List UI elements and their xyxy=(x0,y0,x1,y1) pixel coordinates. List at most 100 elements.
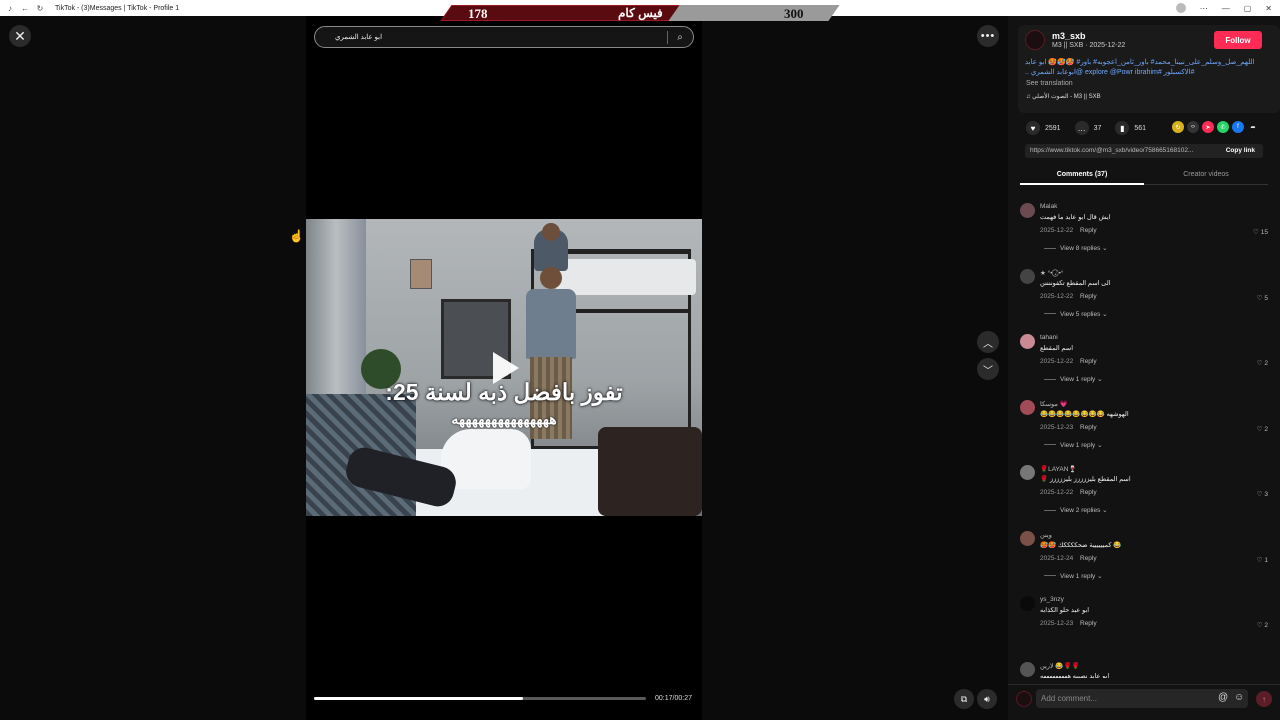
score-name: فيس كام xyxy=(618,6,663,20)
emoji-icon[interactable]: ☺ xyxy=(1234,692,1244,703)
mention-icon[interactable]: @ xyxy=(1218,692,1228,703)
whatsapp-icon[interactable]: ✆ xyxy=(1217,121,1229,133)
miniplayer-button[interactable]: ⧉ xyxy=(954,689,974,709)
previous-video-button[interactable]: ︿ xyxy=(977,331,999,353)
send-to-friends-icon[interactable]: ➤ xyxy=(1202,121,1214,133)
see-translation-link[interactable]: See translation xyxy=(1026,80,1073,87)
comment-icon[interactable]: … xyxy=(1074,121,1089,135)
comment-reply-button[interactable]: Reply xyxy=(1080,620,1097,627)
comment-reply-button[interactable]: Reply xyxy=(1080,227,1097,234)
volume-button[interactable]: 🔊︎ xyxy=(977,689,997,709)
refresh-icon[interactable]: ↻ xyxy=(35,3,45,13)
tab-comments[interactable]: Comments (37) xyxy=(1020,171,1144,178)
comment-text: ايش قال ابو عابد ما فهمت xyxy=(1040,214,1111,221)
video-progress-fill xyxy=(314,697,524,700)
video-scene-suitcase xyxy=(598,427,702,516)
comment-avatar[interactable] xyxy=(1020,203,1035,218)
video-caption-main: تفوز بافضل ذبه لسنة 25: xyxy=(385,379,623,405)
search-input[interactable]: ابو عابد الشمري xyxy=(335,33,382,41)
comment-reply-button[interactable]: Reply xyxy=(1080,424,1097,431)
mouse-cursor-icon: ☝ xyxy=(289,229,304,243)
search-icon[interactable]: ⌕ xyxy=(673,30,687,44)
video-frame[interactable]: تفوز بافضل ذبه لسنة 25: هههههههههههههههه xyxy=(306,219,702,516)
comment-avatar[interactable] xyxy=(1020,661,1035,677)
view-replies-button[interactable]: View 1 reply ⌄ xyxy=(1044,572,1103,580)
browser-title: TikTok - (3)Messages | TikTok - Profile … xyxy=(55,4,180,12)
more-menu-icon[interactable]: ⋯ xyxy=(1200,4,1208,13)
comment-like-button[interactable]: ♡ 1 xyxy=(1257,556,1268,564)
like-stat[interactable]: ♥ 2591 xyxy=(1026,121,1061,135)
author-name[interactable]: m3_sxb xyxy=(1052,31,1086,41)
comment-like-button[interactable]: ♡ 3 xyxy=(1257,490,1268,498)
comment-reply-button[interactable]: Reply xyxy=(1080,555,1097,562)
comment-author[interactable]: 🌹LAYAN🍷 xyxy=(1040,465,1077,473)
comment-text: الى اسم المقطع تكفوننننن xyxy=(1040,279,1111,287)
comment-like-button[interactable]: ♡ 2 xyxy=(1257,359,1268,367)
embed-icon[interactable]: ‹› xyxy=(1187,121,1199,133)
copy-link-button[interactable]: Copy link xyxy=(1226,147,1255,154)
close-window-icon[interactable]: ✕ xyxy=(1265,4,1272,13)
view-replies-label: View 1 reply ⌄ xyxy=(1060,572,1103,580)
comment-avatar[interactable] xyxy=(1020,596,1035,611)
comment-reply-button[interactable]: Reply xyxy=(1080,358,1097,365)
comment-avatar[interactable] xyxy=(1020,465,1035,480)
video-progress-bar[interactable] xyxy=(314,697,646,700)
back-icon[interactable]: ← xyxy=(20,3,30,13)
comment-like-button[interactable]: ♡ 15 xyxy=(1253,228,1268,236)
music-info[interactable]: ♫ الصوت الأصلي - M3 || SXB xyxy=(1026,93,1101,100)
save-stat[interactable]: ▮ 561 xyxy=(1115,121,1146,135)
comment-author[interactable]: Malak xyxy=(1040,203,1057,210)
profile-avatar-icon[interactable] xyxy=(1175,3,1186,13)
follow-button[interactable]: Follow xyxy=(1214,31,1262,49)
comment-like-button[interactable]: ♡ 2 xyxy=(1257,621,1268,629)
video-scene-portrait xyxy=(410,259,432,289)
tab-active-indicator xyxy=(1020,183,1144,185)
comment-reply-button[interactable]: Reply xyxy=(1080,489,1097,496)
facebook-icon[interactable]: f xyxy=(1232,121,1244,133)
comment-avatar[interactable] xyxy=(1020,268,1035,284)
close-player-button[interactable]: ✕ xyxy=(9,25,31,47)
comment-stat[interactable]: … 37 xyxy=(1074,121,1101,135)
more-options-button[interactable]: ••• xyxy=(977,25,999,47)
heart-icon[interactable]: ♥ xyxy=(1026,121,1040,135)
comment-author[interactable]: وينن xyxy=(1040,531,1052,539)
comment-author[interactable]: لارين 😂🌹🌹 xyxy=(1040,662,1080,670)
comment-like-count: 2 xyxy=(1264,622,1268,629)
maximize-icon[interactable]: ▢ xyxy=(1244,4,1252,13)
tab-creator-videos[interactable]: Creator videos xyxy=(1144,171,1268,178)
view-replies-button[interactable]: View 1 reply ⌄ xyxy=(1044,441,1103,449)
view-replies-button[interactable]: View 2 replies ⌄ xyxy=(1044,506,1108,514)
add-comment-input[interactable] xyxy=(1036,689,1248,708)
search-bar[interactable]: ابو عابد الشمري ⌕ xyxy=(314,26,694,48)
view-replies-label: View 5 replies ⌄ xyxy=(1060,310,1108,318)
repost-icon[interactable]: ↻ xyxy=(1172,121,1184,133)
more-icon: ••• xyxy=(980,30,996,42)
comment-author[interactable]: موسكا 💗 xyxy=(1040,400,1068,408)
comment-reply-button[interactable]: Reply xyxy=(1080,293,1097,300)
comment-avatar[interactable] xyxy=(1020,530,1035,546)
comment-avatar[interactable] xyxy=(1020,399,1035,415)
comment-like-button[interactable]: ♡ 2 xyxy=(1257,425,1268,433)
comment-author[interactable]: ★ °• 𝆺𝅥⃝ •° xyxy=(1040,269,1063,278)
comment-author[interactable]: tahani xyxy=(1040,334,1058,341)
comment-author[interactable]: ys_3nzy xyxy=(1040,596,1064,603)
user-avatar xyxy=(1016,691,1032,707)
comment-like-button[interactable]: ♡ 5 xyxy=(1257,294,1268,302)
author-avatar[interactable] xyxy=(1025,30,1045,50)
send-comment-button[interactable]: ↑ xyxy=(1256,691,1272,707)
bookmark-icon[interactable]: ▮ xyxy=(1115,121,1130,135)
window-controls: ⋯ — ▢ ✕ xyxy=(1175,3,1272,13)
view-replies-button[interactable]: View 8 replies ⌄ xyxy=(1044,244,1108,252)
comment-avatar[interactable] xyxy=(1020,334,1035,349)
search-divider xyxy=(667,31,668,44)
next-video-button[interactable]: ﹀ xyxy=(977,358,999,380)
view-replies-button[interactable]: View 5 replies ⌄ xyxy=(1044,310,1108,318)
comment-date: 2025-12-23 xyxy=(1040,620,1074,627)
comment-item: tahani اسم المقطع 2025-12-22 Reply ♡ 2 View 1… xyxy=(1018,331,1272,396)
comment-date: 2025-12-24 xyxy=(1040,554,1074,562)
replies-divider xyxy=(1044,247,1056,249)
comment-list[interactable]: Malak ايش قال ابو عابد ما فهمت 2025-12-22 R… xyxy=(1018,200,1272,678)
view-replies-button[interactable]: View 1 reply ⌄ xyxy=(1044,375,1103,383)
minimize-icon[interactable]: — xyxy=(1222,4,1230,13)
share-icon[interactable]: ➦ xyxy=(1247,121,1259,133)
